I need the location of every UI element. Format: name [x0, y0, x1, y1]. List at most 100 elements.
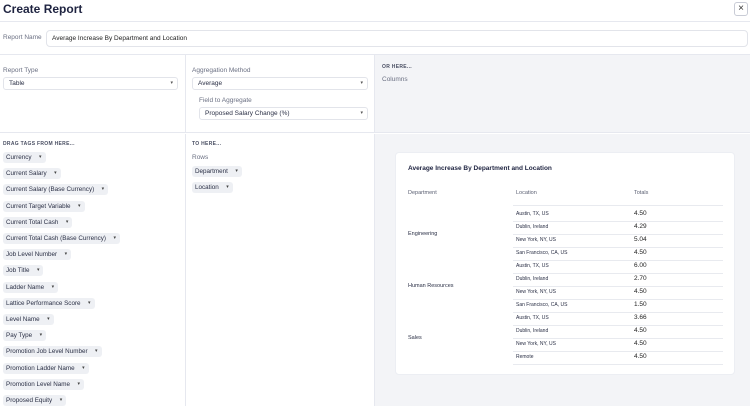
- aggregation-method-label: Aggregation Method: [192, 67, 251, 74]
- drag-tag[interactable]: Current Total Cash ▾: [3, 216, 73, 228]
- columns-label: Columns: [382, 76, 408, 83]
- or-here-heading: OR HERE...: [382, 64, 412, 70]
- drag-tag[interactable]: Job Title ▾: [3, 265, 44, 277]
- table-cell-location: Remote: [516, 354, 534, 360]
- drag-tag[interactable]: Promotion Ladder Name ▾: [3, 362, 89, 374]
- preview-card: Average Increase By Department and Locat…: [395, 152, 735, 375]
- table-cell-location: New York, NY, US: [516, 289, 556, 295]
- chevron-down-icon: ▾: [235, 168, 238, 174]
- row-tag-department[interactable]: Department ▾: [192, 166, 242, 177]
- drag-tag[interactable]: Current Salary ▾: [3, 168, 61, 180]
- table-cell-total: 4.50: [634, 288, 647, 295]
- columns-dropzone[interactable]: OR HERE... Columns: [375, 55, 750, 132]
- table-cell-location: Austin, TX, US: [516, 315, 549, 321]
- drag-tag[interactable]: Current Total Cash (Base Currency) ▾: [3, 233, 120, 244]
- table-cell-department: Sales: [408, 335, 422, 341]
- header-totals: Totals: [634, 190, 649, 196]
- report-name-row: Report Name Average Increase By Departme…: [0, 28, 750, 50]
- tag-source-panel: DRAG TAGS FROM HERE... Currency ▾ Current …: [0, 134, 186, 406]
- drag-tag[interactable]: Pay Type ▾: [3, 330, 47, 342]
- report-name-label: Report Name: [3, 34, 42, 41]
- table-divider: [513, 205, 723, 206]
- table-cell-department: Engineering: [408, 231, 438, 237]
- table-divider: [513, 221, 723, 222]
- aggregation-panel: Aggregation Method Average ▾ Field to Ag…: [186, 55, 375, 132]
- table-cell-total: 4.50: [634, 327, 647, 334]
- report-type-panel: Report Type Table ▾: [0, 55, 186, 132]
- drag-tag[interactable]: Proposed Equity ▾: [3, 395, 67, 406]
- field-to-aggregate-select[interactable]: Proposed Salary Change (%) ▾: [199, 107, 368, 120]
- field-to-aggregate-value: Proposed Salary Change (%): [205, 110, 290, 117]
- close-icon: ×: [738, 3, 744, 14]
- chevron-down-icon: ▾: [78, 202, 81, 209]
- chevron-down-icon: ▾: [65, 218, 69, 225]
- table-cell-total: 1.50: [634, 301, 647, 308]
- chevron-down-icon: ▾: [39, 332, 43, 339]
- rows-dropzone[interactable]: TO HERE... Rows Department ▾ Location ▾: [186, 134, 375, 406]
- drag-tag[interactable]: Currency ▾: [3, 152, 46, 163]
- preview-title: Average Increase By Department and Locat…: [408, 165, 552, 172]
- builder-area: DRAG TAGS FROM HERE... Currency ▾ Current …: [0, 134, 750, 406]
- table-divider: [513, 299, 723, 300]
- table-cell-location: Dublin, Ireland: [516, 328, 549, 334]
- table-cell-total: 2.70: [634, 275, 647, 282]
- table-cell-total: 4.50: [634, 249, 647, 256]
- drag-tag[interactable]: Current Target Variable ▾: [3, 200, 85, 212]
- to-here-heading: TO HERE...: [192, 141, 222, 147]
- table-cell-location: Dublin, Ireland: [516, 224, 549, 230]
- chevron-down-icon: ▾: [226, 184, 229, 190]
- chevron-down-icon: ▾: [77, 380, 81, 387]
- header-location: Location: [516, 190, 537, 196]
- drag-tag[interactable]: Current Salary (Base Currency) ▾: [3, 184, 109, 196]
- table-divider: [513, 351, 723, 352]
- table-cell-location: Austin, TX, US: [516, 211, 549, 217]
- drag-tags-heading: DRAG TAGS FROM HERE...: [3, 141, 75, 147]
- chevron-down-icon: ▾: [59, 397, 63, 403]
- drag-tag[interactable]: Ladder Name ▾: [3, 281, 59, 293]
- table-divider: [513, 273, 723, 274]
- header-department: Department: [408, 190, 437, 196]
- table-divider: [513, 312, 723, 313]
- chevron-down-icon: ▾: [82, 364, 85, 371]
- table-cell-location: New York, NY, US: [516, 341, 556, 347]
- drag-tag[interactable]: Promotion Level Name ▾: [3, 378, 85, 390]
- chevron-down-icon: ▾: [88, 299, 91, 306]
- table-cell-total: 4.50: [634, 353, 647, 360]
- drag-tag[interactable]: Lattice Performance Score ▾: [3, 297, 95, 309]
- table-cell-total: 3.66: [634, 314, 647, 321]
- row-tag-location[interactable]: Location ▾: [192, 182, 233, 193]
- report-type-value: Table: [9, 80, 25, 87]
- table-divider: [513, 234, 723, 235]
- chevron-down-icon: ▾: [95, 348, 98, 355]
- chevron-down-icon: ▾: [36, 267, 40, 274]
- table-divider: [513, 364, 723, 365]
- table-cell-location: Dublin, Ireland: [516, 276, 549, 282]
- table-divider: [513, 325, 723, 326]
- table-divider: [513, 260, 723, 261]
- chevron-down-icon: ▾: [39, 154, 42, 160]
- drag-tag[interactable]: Job Level Number ▾: [3, 249, 72, 261]
- table-cell-total: 4.29: [634, 223, 647, 230]
- header: Create Report ×: [0, 0, 750, 22]
- chevron-down-icon: ▾: [360, 110, 363, 116]
- report-name-input[interactable]: Average Increase By Department and Locat…: [46, 30, 748, 47]
- aggregation-method-select[interactable]: Average ▾: [192, 77, 368, 90]
- chevron-down-icon: ▾: [113, 235, 116, 241]
- table-cell-location: San Francisco, CA, US: [516, 250, 568, 256]
- table-divider: [513, 338, 723, 339]
- table-cell-total: 5.04: [634, 236, 647, 243]
- table-cell-location: New York, NY, US: [516, 237, 556, 243]
- table-cell-total: 4.50: [634, 340, 647, 347]
- table-divider: [513, 247, 723, 248]
- close-button[interactable]: ×: [734, 2, 748, 16]
- drag-tag[interactable]: Promotion Job Level Number ▾: [3, 346, 102, 358]
- table-cell-department: Human Resources: [408, 283, 454, 289]
- page-title: Create Report: [3, 2, 83, 16]
- table-cell-location: Austin, TX, US: [516, 263, 549, 269]
- table-divider: [513, 286, 723, 287]
- report-type-select[interactable]: Table ▾: [3, 77, 178, 90]
- report-type-label: Report Type: [3, 67, 39, 74]
- chevron-down-icon: ▾: [170, 80, 173, 86]
- aggregation-method-value: Average: [198, 80, 223, 87]
- drag-tag[interactable]: Level Name ▾: [3, 314, 54, 325]
